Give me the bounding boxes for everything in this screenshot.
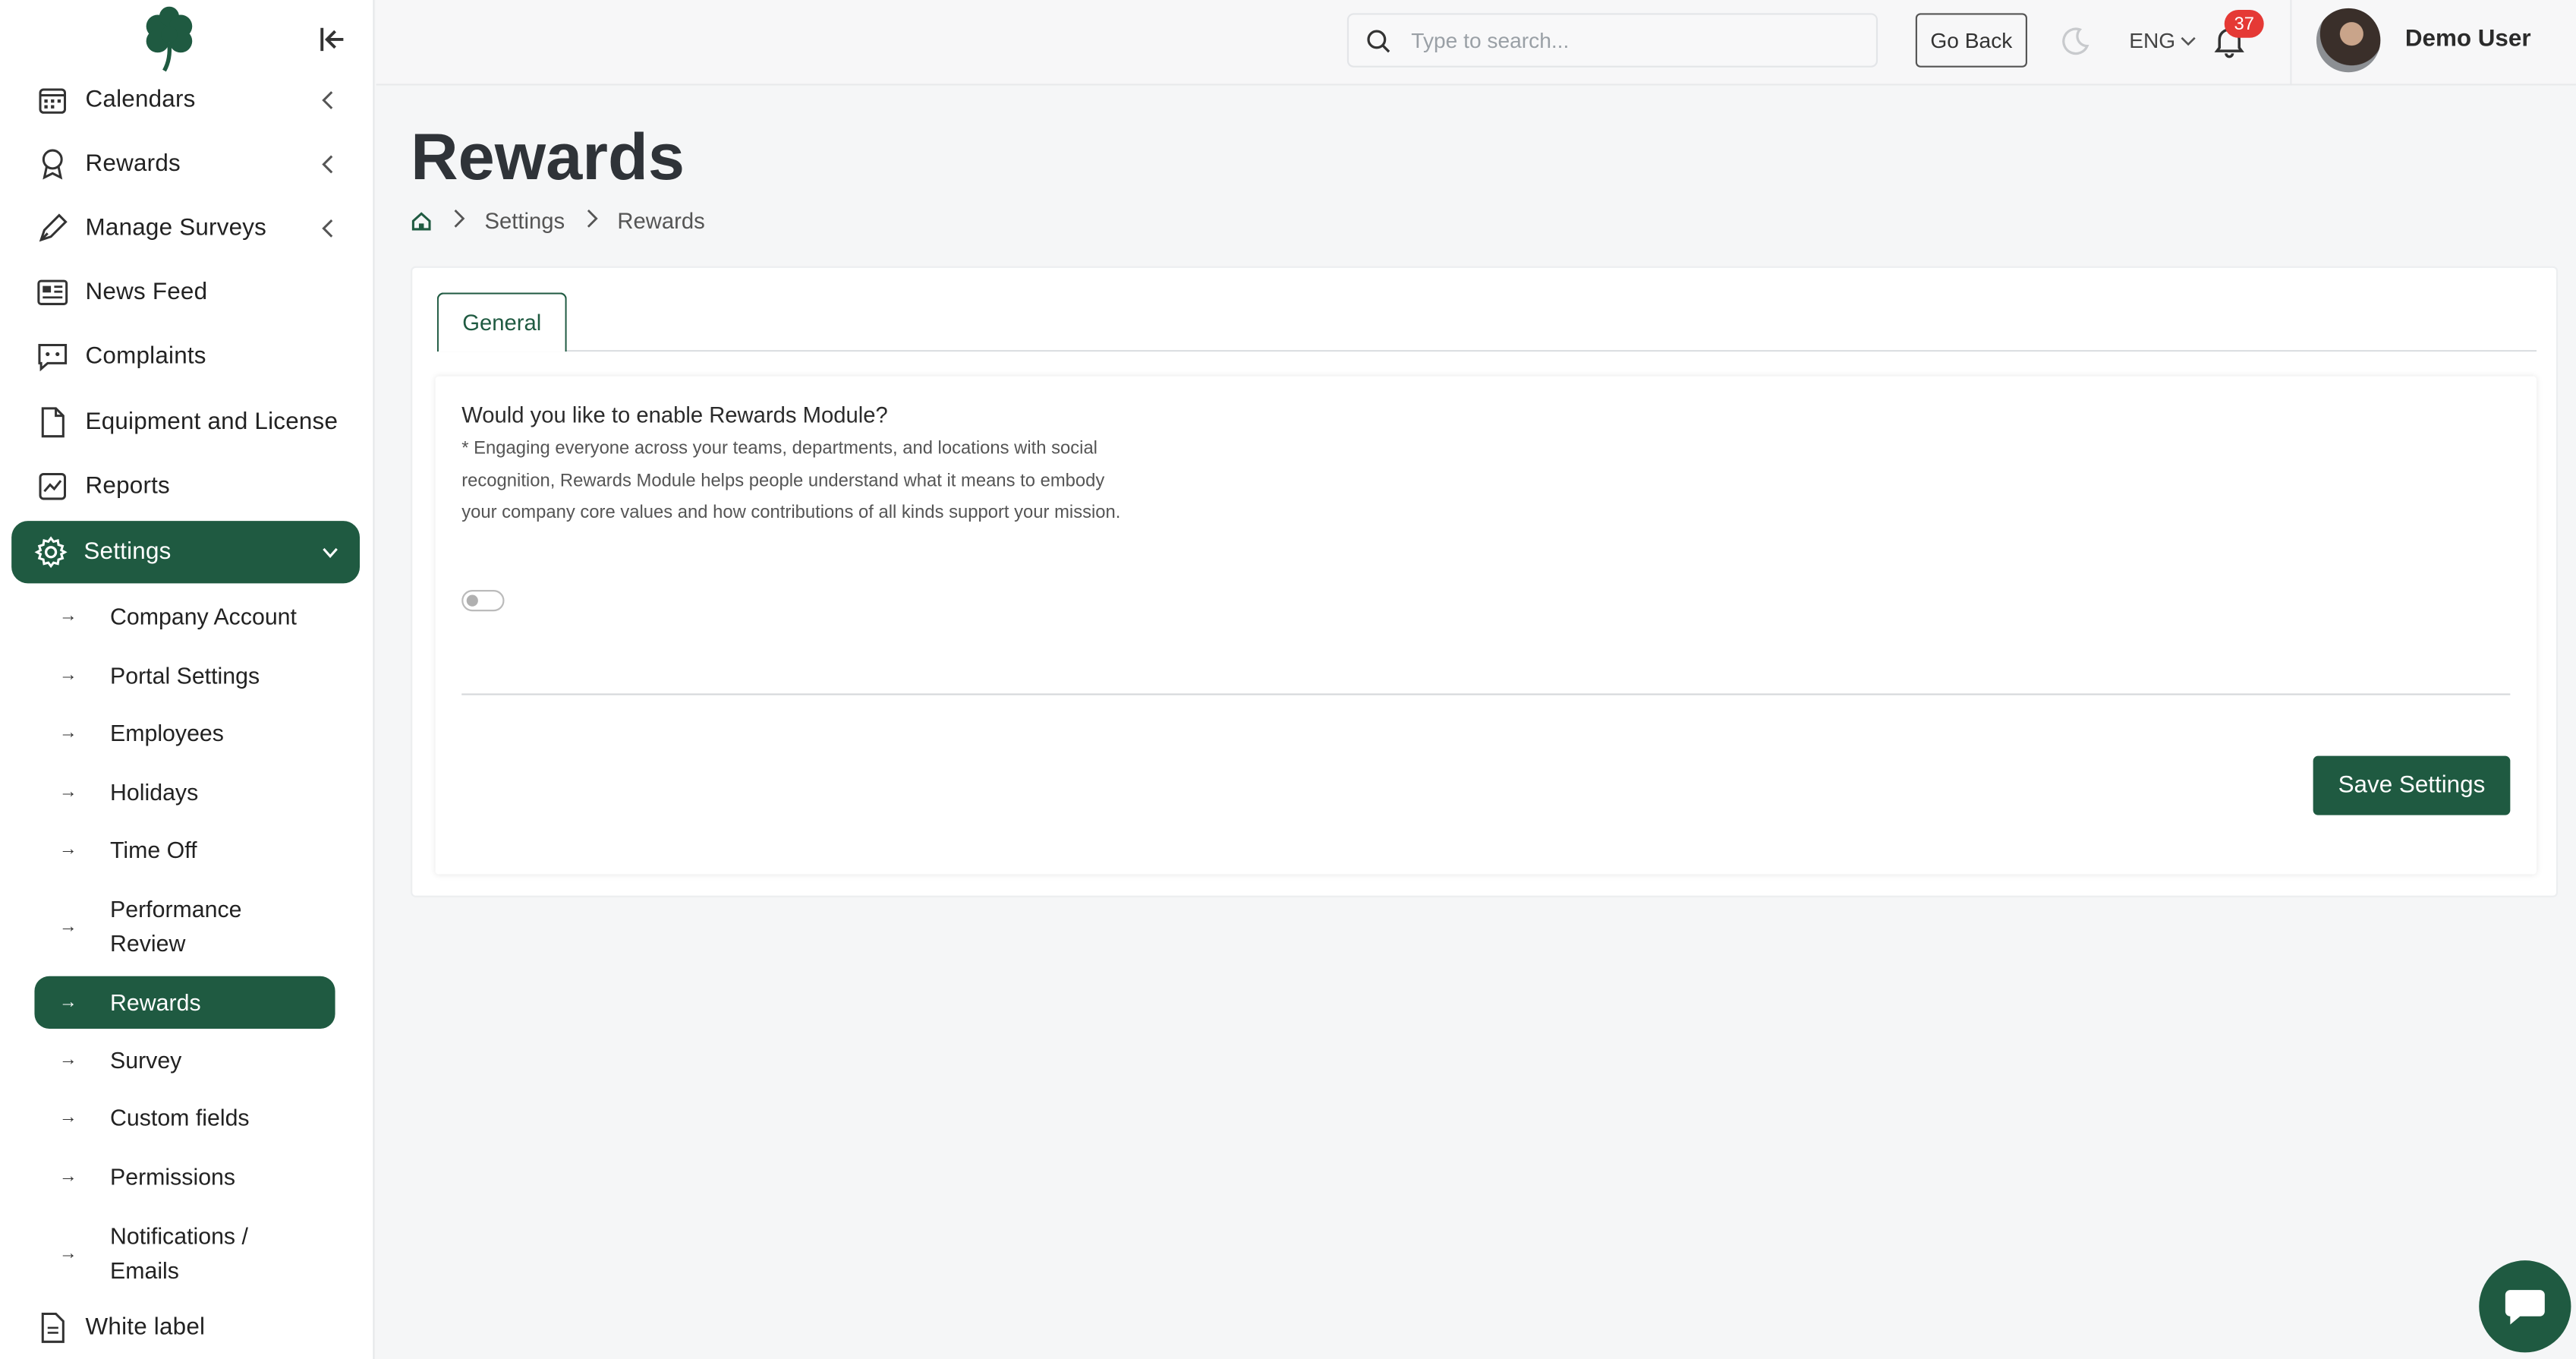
- divider: [461, 693, 2511, 695]
- chevron-down-icon: [323, 547, 338, 558]
- page-title: Rewards: [411, 121, 685, 194]
- toggle-knob: [466, 594, 478, 607]
- chevron-down-icon: [2181, 36, 2197, 46]
- search-icon: [1367, 29, 1390, 52]
- search-box[interactable]: [1346, 13, 1878, 68]
- arrow-right-icon: →: [58, 1107, 77, 1127]
- sidebar-item-white-label[interactable]: White label: [13, 1300, 358, 1356]
- chat-bubble-icon: [2505, 1290, 2545, 1325]
- user-name[interactable]: Demo User: [2405, 27, 2531, 53]
- sidebar-subitem-survey[interactable]: → Survey: [34, 1042, 335, 1078]
- arrow-right-icon: →: [58, 606, 77, 626]
- save-settings-button[interactable]: Save Settings: [2313, 755, 2511, 815]
- sidebar-subitem-label: Company Account: [110, 602, 297, 629]
- sidebar-subitem-label: Custom fields: [110, 1103, 250, 1130]
- sidebar-item-label: Settings: [83, 538, 172, 566]
- sidebar-subitem-label: Permissions: [110, 1162, 236, 1190]
- newspaper-icon: [36, 276, 69, 309]
- chevron-left-icon: [322, 91, 333, 109]
- notification-count-badge: 37: [2224, 9, 2264, 38]
- arrow-right-icon: →: [58, 840, 77, 860]
- arrow-right-icon: →: [58, 992, 77, 1013]
- sidebar-subitem-label: Time Off: [110, 835, 197, 862]
- sidebar-item-label: Reports: [85, 473, 170, 500]
- arrow-right-icon: →: [58, 665, 77, 686]
- chevron-right-icon: [584, 209, 598, 233]
- top-bar: Go Back ENG 37 Demo User: [376, 0, 2576, 86]
- arrow-right-icon: →: [58, 916, 77, 937]
- arrow-right-icon: →: [58, 1244, 77, 1264]
- sidebar-item-label: Complaints: [85, 343, 206, 370]
- chevron-right-icon: [452, 209, 465, 233]
- go-back-button[interactable]: Go Back: [1915, 13, 2027, 68]
- sidebar-item-manage-surveys[interactable]: Manage Surveys: [13, 200, 358, 257]
- arrow-right-icon: →: [58, 1166, 77, 1187]
- clover-logo[interactable]: [138, 6, 200, 73]
- chevron-left-icon: [322, 155, 333, 174]
- document-icon: [36, 406, 69, 439]
- sidebar-item-complaints[interactable]: Complaints: [13, 329, 358, 385]
- collapse-sidebar-icon[interactable]: [316, 23, 352, 55]
- language-label: ENG: [2129, 27, 2176, 53]
- sidebar-item-news-feed[interactable]: News Feed: [13, 264, 358, 320]
- sidebar-subitem-label: Portal Settings: [110, 661, 260, 688]
- module-description: * Engaging everyone across your teams, d…: [461, 438, 1121, 523]
- sidebar-item-label: Rewards: [85, 151, 181, 178]
- arrow-right-icon: →: [58, 723, 77, 743]
- search-input[interactable]: [1411, 27, 1855, 53]
- settings-card: General Would you like to enable Rewards…: [411, 266, 2559, 897]
- avatar[interactable]: [2316, 8, 2381, 73]
- language-select[interactable]: ENG: [2129, 28, 2197, 52]
- chevron-left-icon: [322, 219, 333, 238]
- sidebar-subitem-notifications-emails[interactable]: → Notifications / Emails: [34, 1218, 335, 1290]
- sidebar-subitem-label: Notifications / Emails: [110, 1222, 248, 1284]
- sidebar-item-label: Calendars: [85, 87, 196, 114]
- sidebar-subitem-company-account[interactable]: → Company Account: [34, 598, 335, 635]
- pen-icon: [36, 212, 69, 244]
- calendar-icon: [36, 84, 69, 116]
- sidebar: Calendars Rewards Manage Surveys News Fe…: [0, 0, 375, 1359]
- chat-icon: [36, 340, 69, 373]
- document-icon: [36, 1311, 69, 1344]
- sidebar-subitem-label: Survey: [110, 1045, 182, 1073]
- sidebar-subitem-custom-fields[interactable]: → Custom fields: [34, 1099, 335, 1136]
- tab-divider: [436, 350, 2537, 352]
- sidebar-subitem-performance-review[interactable]: → Performance Review: [34, 891, 335, 963]
- moon-icon[interactable]: [2058, 24, 2091, 57]
- sidebar-subitem-holidays[interactable]: → Holidays: [34, 774, 335, 810]
- award-icon: [36, 148, 69, 181]
- sidebar-subitem-label: Performance Review: [110, 895, 242, 957]
- sidebar-subitem-portal-settings[interactable]: → Portal Settings: [34, 657, 335, 694]
- sidebar-subitem-label: Holidays: [110, 777, 199, 805]
- sidebar-item-label: Equipment and License: [85, 408, 339, 436]
- sidebar-item-label: News Feed: [85, 279, 208, 306]
- breadcrumb: Settings Rewards: [411, 209, 705, 233]
- sidebar-subitem-permissions[interactable]: → Permissions: [34, 1159, 335, 1195]
- sidebar-item-settings[interactable]: Settings: [11, 521, 361, 584]
- sidebar-item-calendars[interactable]: Calendars: [13, 72, 358, 128]
- sidebar-subitem-label: Employees: [110, 718, 224, 746]
- sidebar-subitem-label: Rewards: [110, 988, 201, 1015]
- sidebar-item-rewards[interactable]: Rewards: [13, 137, 358, 193]
- breadcrumb-settings[interactable]: Settings: [485, 209, 565, 233]
- home-icon[interactable]: [411, 210, 432, 232]
- arrow-right-icon: →: [58, 1050, 77, 1070]
- sidebar-item-equipment-license[interactable]: Equipment and License: [13, 394, 358, 450]
- sidebar-subitem-time-off[interactable]: → Time Off: [34, 831, 335, 868]
- sidebar-subitem-rewards[interactable]: → Rewards: [34, 976, 335, 1029]
- sidebar-item-reports[interactable]: Reports: [13, 459, 358, 515]
- enable-question: Would you like to enable Rewards Module?: [461, 402, 888, 427]
- rewards-module-panel: Would you like to enable Rewards Module?…: [435, 376, 2537, 875]
- sidebar-item-label: White label: [85, 1314, 206, 1342]
- breadcrumb-rewards: Rewards: [617, 208, 705, 234]
- chat-support-button[interactable]: [2479, 1260, 2571, 1353]
- gear-icon: [34, 536, 68, 569]
- divider: [2290, 0, 2292, 86]
- enable-rewards-toggle[interactable]: [461, 590, 505, 612]
- sidebar-subitem-employees[interactable]: → Employees: [34, 715, 335, 752]
- sidebar-item-label: Manage Surveys: [85, 215, 267, 242]
- tab-general[interactable]: General: [436, 292, 567, 352]
- arrow-right-icon: →: [58, 782, 77, 802]
- chart-icon: [36, 470, 69, 503]
